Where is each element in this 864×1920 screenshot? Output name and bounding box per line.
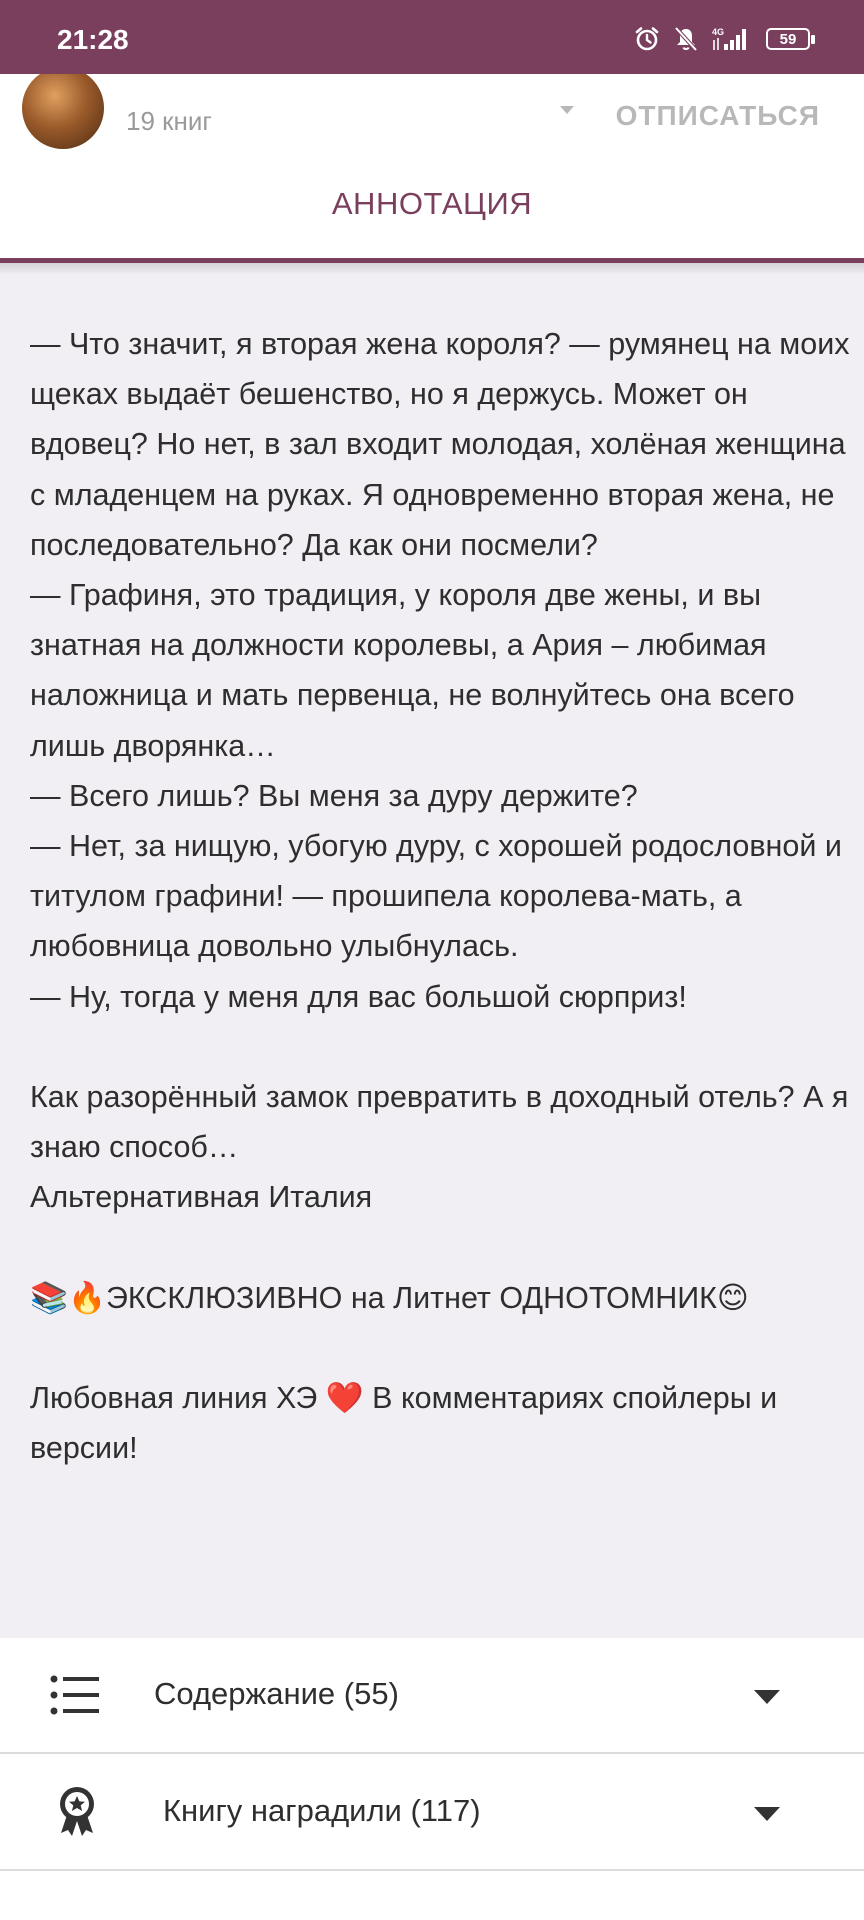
mute-icon — [674, 26, 698, 52]
author-books-count: 19 книг — [126, 106, 212, 136]
signal-4g-icon: 4G — [712, 27, 746, 50]
annotation-paragraph: — Что значит, я вторая жена короля? — ру… — [30, 327, 850, 562]
award-icon — [60, 1787, 94, 1836]
annotation-paragraph: Любовная линия ХЭ ❤️ В комментариях спой… — [30, 1381, 778, 1466]
subscribe-caret-icon — [560, 106, 574, 114]
chevron-down-icon — [754, 1807, 780, 1821]
chevron-down-icon — [754, 1690, 780, 1704]
annotation-section: — Что значит, я вторая жена короля? — ру… — [0, 263, 864, 1638]
tab-bar: АННОТАЦИЯ — [0, 168, 864, 263]
awards-label: Книгу наградили (117) — [163, 1793, 481, 1828]
annotation-paragraph: Альтернативная Италия — [30, 1180, 373, 1215]
annotation-paragraph: Как разорённый замок превратить в доходн… — [30, 1080, 849, 1165]
contents-label: Содержание (55) — [154, 1676, 399, 1711]
annotation-text: — Что значит, я вторая жена короля? — ру… — [30, 319, 850, 1474]
status-icons: 4G 59 — [634, 26, 815, 52]
status-time: 21:28 — [57, 24, 129, 55]
book-page: 19 книг ОТПИСАТЬСЯ 21:28 4G 59 АННОТАЦИЯ… — [0, 0, 864, 1920]
annotation-paragraph: — Нет, за нищую, убогую дуру, с хорошей … — [30, 829, 842, 964]
status-bar: 21:28 4G 59 — [0, 0, 864, 74]
annotation-paragraph: — Ну, тогда у меня для вас большой сюрпр… — [30, 979, 687, 1014]
alarm-icon — [635, 27, 659, 51]
battery-icon: 59 — [766, 28, 815, 50]
unsubscribe-button[interactable]: ОТПИСАТЬСЯ — [616, 100, 820, 132]
awards-accordion[interactable]: Книгу наградили (117) — [0, 1755, 864, 1871]
tab-annotation[interactable]: АННОТАЦИЯ — [0, 186, 864, 222]
annotation-paragraph: — Всего лишь? Вы меня за дуру держите? — [30, 778, 638, 813]
contents-accordion[interactable]: Содержание (55) — [0, 1638, 864, 1754]
svg-text:4G: 4G — [712, 27, 724, 37]
list-icon — [50, 1675, 99, 1715]
tab-shadow — [0, 263, 864, 275]
annotation-paragraph: — Графиня, это традиция, у короля две же… — [30, 578, 795, 763]
author-avatar[interactable] — [22, 67, 104, 149]
annotation-paragraph: 📚🔥ЭКСКЛЮЗИВНО на Литнет ОДНОТОМНИК😊 — [30, 1280, 749, 1315]
